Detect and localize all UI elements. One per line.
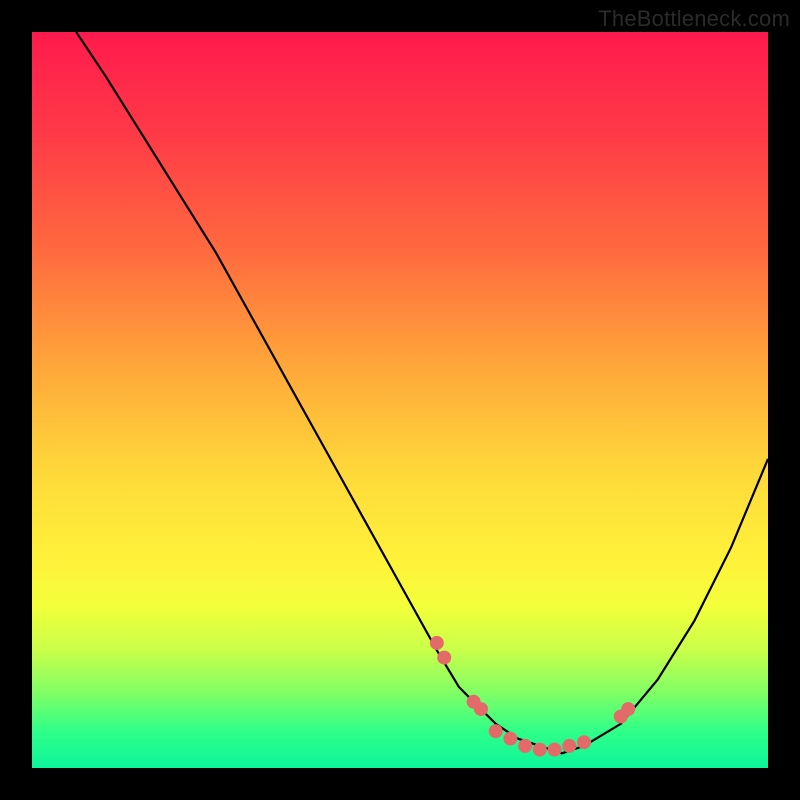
highlight-point [533, 743, 547, 757]
highlight-point [518, 739, 532, 753]
highlight-point [562, 739, 576, 753]
highlight-point [474, 702, 488, 716]
chart-plot-area [32, 32, 768, 768]
chart-svg [32, 32, 768, 768]
chart-frame: TheBottleneck.com [0, 0, 800, 800]
highlight-point [437, 651, 451, 665]
highlight-points-group [430, 636, 635, 757]
highlight-point [503, 732, 517, 746]
highlight-point [621, 702, 635, 716]
highlight-point [489, 724, 503, 738]
highlight-point [577, 735, 591, 749]
bottleneck-curve [76, 32, 768, 753]
watermark-text: TheBottleneck.com [598, 6, 790, 32]
highlight-point [548, 743, 562, 757]
highlight-point [430, 636, 444, 650]
